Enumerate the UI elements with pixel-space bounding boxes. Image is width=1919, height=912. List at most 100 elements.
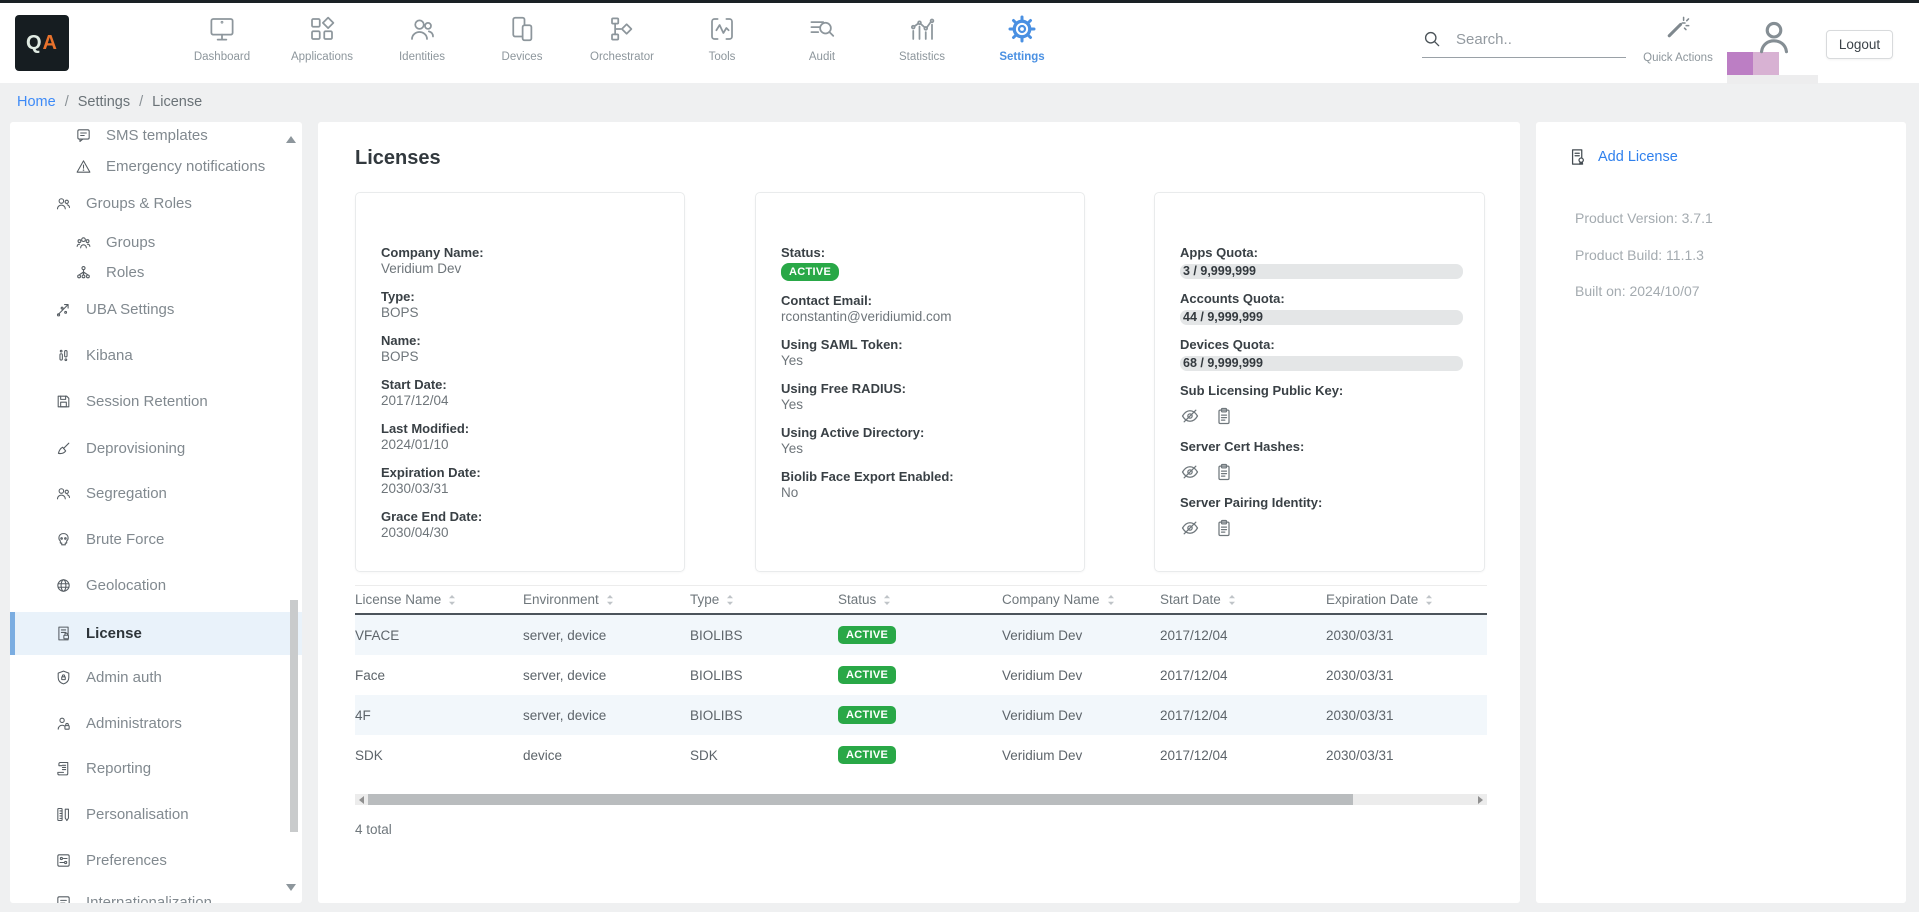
breadcrumb-separator: /	[139, 94, 143, 110]
sidebar-item-kibana[interactable]: Kibana	[10, 335, 302, 375]
settings-sidebar: SMS templates Emergency notifications Gr…	[10, 122, 302, 903]
uba-settings-icon	[55, 301, 72, 318]
scroll-left-arrow[interactable]	[359, 796, 364, 804]
nav-item-audit[interactable]: Audit	[772, 11, 872, 63]
sort-icon	[1107, 594, 1115, 606]
devices-quota-bar: 68 / 9,999,999	[1180, 356, 1463, 371]
sidebar-scrollbar-thumb[interactable]	[290, 600, 298, 832]
copy-icon[interactable]	[1214, 518, 1234, 538]
column-header-type[interactable]: Type	[690, 592, 838, 607]
sidebar-item-deprovisioning[interactable]: Deprovisioning	[10, 428, 302, 468]
session-retention-icon	[55, 393, 72, 410]
sms-templates-icon	[75, 127, 92, 144]
sidebar-item-reporting[interactable]: Reporting	[10, 748, 302, 788]
internationalization-icon	[55, 894, 72, 904]
built-on-text: Built on: 2024/10/07	[1575, 283, 1700, 299]
field-label: Company Name:	[381, 245, 659, 260]
search-box	[1422, 29, 1626, 58]
user-avatar[interactable]	[1752, 15, 1796, 59]
nav-item-statistics[interactable]: Statistics	[872, 11, 972, 63]
column-header-start-date[interactable]: Start Date	[1160, 592, 1326, 607]
table-horizontal-scrollbar	[355, 794, 1487, 805]
accounts-quota-bar: 44 / 9,999,999	[1180, 310, 1463, 325]
copy-icon[interactable]	[1214, 462, 1234, 482]
license-info-card: Company Name:Veridium Dev Type:BOPS Name…	[355, 192, 685, 572]
breadcrumb-license: License	[152, 94, 202, 110]
sidebar-item-uba-settings[interactable]: UBA Settings	[10, 289, 302, 329]
quick-actions-button[interactable]: Quick Actions	[1638, 13, 1718, 64]
breadcrumb: Home / Settings / License	[0, 83, 1919, 120]
sidebar-item-segregation[interactable]: Segregation	[10, 473, 302, 513]
breadcrumb-separator: /	[65, 94, 69, 110]
sidebar-item-administrators[interactable]: Administrators	[10, 703, 302, 743]
sub-licensing-public-key: Sub Licensing Public Key:	[1180, 383, 1459, 426]
status-badge: ACTIVE	[781, 263, 839, 281]
eye-off-icon[interactable]	[1180, 518, 1200, 538]
nav-item-devices[interactable]: Devices	[472, 11, 572, 63]
nav-item-orchestrator[interactable]: Orchestrator	[572, 11, 672, 63]
quota-group-apps: Apps Quota: 3 / 9,999,999	[1180, 245, 1459, 279]
quota-group-accounts: Accounts Quota: 44 / 9,999,999	[1180, 291, 1459, 325]
sidebar-item-brute-force[interactable]: Brute Force	[10, 519, 302, 559]
table-row[interactable]: VFACE server, device BIOLIBS ACTIVE Veri…	[355, 615, 1487, 655]
administrator-lock-icon	[55, 715, 72, 732]
field-label: Using SAML Token:	[781, 337, 1059, 352]
nav-item-tools[interactable]: Tools	[672, 11, 772, 63]
top-nav: Dashboard Applications Identities Device…	[172, 11, 1072, 63]
sidebar-item-roles[interactable]: Roles	[10, 252, 302, 292]
field-value: 2030/03/31	[381, 481, 659, 497]
table-header-row: License Name Environment Type Status Com…	[355, 585, 1487, 615]
nav-item-dashboard[interactable]: Dashboard	[172, 11, 272, 63]
sidebar-item-emergency-notifications[interactable]: Emergency notifications	[10, 146, 302, 186]
brand-logo[interactable]: QA	[15, 15, 69, 71]
breadcrumb-home-link[interactable]: Home	[17, 94, 56, 110]
breadcrumb-settings[interactable]: Settings	[78, 94, 130, 110]
sidebar-item-license[interactable]: License	[10, 612, 302, 655]
eye-off-icon[interactable]	[1180, 406, 1200, 426]
column-header-license-name[interactable]: License Name	[355, 592, 523, 607]
row-status-badge: ACTIVE	[838, 706, 896, 724]
nav-item-settings[interactable]: Settings	[972, 11, 1072, 63]
column-header-expiration-date[interactable]: Expiration Date	[1326, 592, 1487, 607]
status-info-card: Status: ACTIVE Contact Email:rconstantin…	[755, 192, 1085, 572]
add-license-icon	[1568, 147, 1588, 167]
quota-info-card: Apps Quota: 3 / 9,999,999 Accounts Quota…	[1154, 192, 1485, 572]
sidebar-item-preferences[interactable]: Preferences	[10, 840, 302, 880]
sidebar-scroll-down-arrow[interactable]	[286, 884, 296, 891]
sidebar-item-session-retention[interactable]: Session Retention	[10, 381, 302, 421]
apps-quota-bar: 3 / 9,999,999	[1180, 264, 1463, 279]
sidebar-item-groups-roles[interactable]: Groups & Roles	[10, 183, 302, 223]
field-label: Biolib Face Export Enabled:	[781, 469, 1059, 484]
search-icon	[1422, 29, 1442, 49]
sort-icon	[606, 594, 614, 606]
horizontal-scrollbar-thumb[interactable]	[368, 794, 1353, 805]
field-label: Contact Email:	[781, 293, 1059, 308]
logout-button[interactable]: Logout	[1826, 30, 1893, 59]
column-header-environment[interactable]: Environment	[523, 592, 690, 607]
field-value: rconstantin@veridiumid.com	[781, 309, 1059, 325]
logo-letter-a: A	[43, 32, 58, 55]
search-input[interactable]	[1456, 31, 1606, 48]
license-icon	[55, 625, 72, 642]
shield-lock-icon	[55, 669, 72, 686]
add-license-button[interactable]: Add License	[1568, 147, 1678, 167]
scroll-right-arrow[interactable]	[1478, 796, 1483, 804]
sidebar-item-internationalization[interactable]: Internationalization	[10, 882, 302, 903]
nav-item-identities[interactable]: Identities	[372, 11, 472, 63]
swatch-purple	[1727, 52, 1753, 75]
table-row[interactable]: SDK device SDK ACTIVE Veridium Dev 2017/…	[355, 735, 1487, 775]
sidebar-scroll-up-arrow[interactable]	[286, 136, 296, 143]
column-header-company-name[interactable]: Company Name	[1002, 592, 1160, 607]
nav-item-applications[interactable]: Applications	[272, 11, 372, 63]
column-header-status[interactable]: Status	[838, 592, 1002, 607]
table-row[interactable]: Face server, device BIOLIBS ACTIVE Verid…	[355, 655, 1487, 695]
server-pairing-identity: Server Pairing Identity:	[1180, 495, 1459, 538]
sidebar-item-geolocation[interactable]: Geolocation	[10, 565, 302, 605]
field-label: Using Active Directory:	[781, 425, 1059, 440]
sidebar-item-personalisation[interactable]: Personalisation	[10, 794, 302, 834]
field-value: Yes	[781, 441, 1059, 457]
sidebar-item-admin-auth[interactable]: Admin auth	[10, 657, 302, 697]
eye-off-icon[interactable]	[1180, 462, 1200, 482]
copy-icon[interactable]	[1214, 406, 1234, 426]
table-row[interactable]: 4F server, device BIOLIBS ACTIVE Veridiu…	[355, 695, 1487, 735]
